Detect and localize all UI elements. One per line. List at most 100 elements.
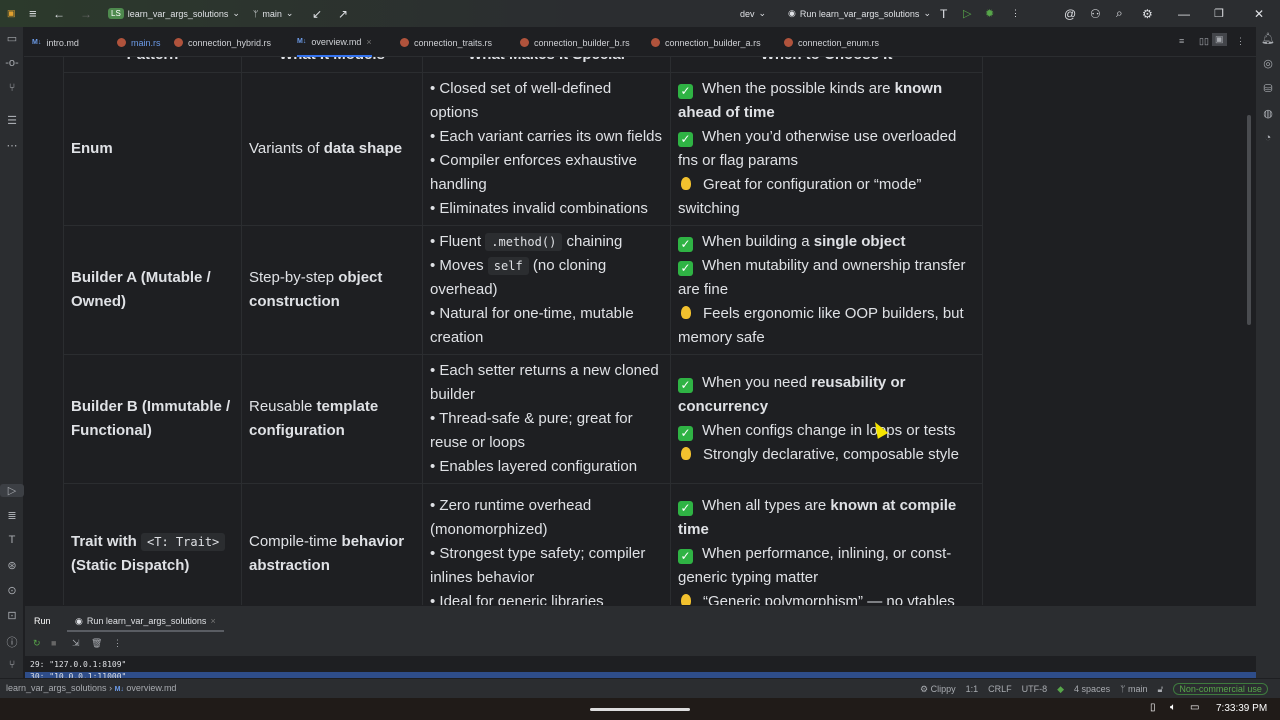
- editor-scrollbar[interactable]: [1247, 115, 1251, 325]
- status-branch[interactable]: ᛘ main: [1120, 684, 1147, 694]
- cell-pattern: Builder B (Immutable / Functional): [63, 354, 242, 484]
- ai-assistant-icon[interactable]: @: [1064, 7, 1076, 21]
- table-row: Enum Variants of data shape • Closed set o…: [63, 72, 983, 226]
- taskbar: ▯ 🔈︎ ▭ 7:33:39 PM: [0, 698, 1280, 720]
- config-selector[interactable]: dev ⌄: [740, 8, 766, 19]
- build-icon[interactable]: T: [940, 7, 947, 21]
- structure-icon[interactable]: ☰: [0, 114, 24, 127]
- tab-connection_hybrid-rs[interactable]: connection_hybrid.rs: [174, 28, 271, 57]
- license-badge[interactable]: Non-commercial use: [1173, 683, 1268, 695]
- debug-icon[interactable]: ✹: [985, 7, 994, 20]
- scroll-to-end-icon[interactable]: ⇲: [72, 638, 80, 649]
- copilot-icon[interactable]: ◔: [1256, 132, 1280, 144]
- lock-icon[interactable]: 🔓︎: [1158, 684, 1164, 695]
- check-icon: ✓: [678, 261, 693, 276]
- bullet-item: • Zero runtime overhead (monomorphized): [430, 494, 663, 542]
- search-icon[interactable]: ⌕: [1116, 6, 1123, 21]
- plugins-icon[interactable]: ⊛: [0, 559, 24, 572]
- breadcrumb-file[interactable]: overview.md: [126, 683, 176, 693]
- inline-code: <T: Trait>: [141, 532, 226, 551]
- file-encoding[interactable]: UTF-8: [1022, 684, 1048, 694]
- status-bar: learn_var_args_solutions › M↓ overview.m…: [0, 678, 1280, 698]
- main-menu-icon[interactable]: ≡: [29, 6, 37, 21]
- split-view-icon[interactable]: ▯▯: [1199, 36, 1209, 47]
- back-icon[interactable]: ←: [53, 7, 65, 21]
- tab-label: connection_enum.rs: [798, 37, 880, 48]
- more-tools-icon[interactable]: ⋯: [0, 139, 24, 152]
- choose-item: ✓ When performance, inlining, or const-ge…: [678, 542, 975, 590]
- cell-text: (Static Dispatch): [71, 556, 190, 574]
- rust-file-icon: [117, 38, 126, 47]
- tab-connection_builder_a-rs[interactable]: connection_builder_a.rs: [651, 28, 761, 57]
- pull-requests-icon[interactable]: ⑂: [0, 82, 24, 94]
- choose-item: Great for configuration or “mode” switch…: [678, 173, 975, 221]
- run-config-selector[interactable]: ◉ Run learn_var_args_solutions ⌄: [788, 8, 931, 19]
- add-user-icon[interactable]: ⚇: [1090, 7, 1101, 21]
- ai-icon[interactable]: ◍: [1256, 107, 1280, 120]
- inspection-icon[interactable]: ◆: [1057, 684, 1064, 695]
- line-separator[interactable]: CRLF: [988, 684, 1012, 694]
- run-icon[interactable]: ▷: [963, 7, 971, 20]
- settings-icon[interactable]: ⚙: [1142, 7, 1153, 21]
- cell-pattern: Builder A (Mutable / Owned): [63, 225, 242, 355]
- tab-connection_builder_b-rs[interactable]: connection_builder_b.rs: [520, 28, 630, 57]
- rust-icon: ◉: [788, 8, 796, 18]
- minimize-icon[interactable]: —: [1178, 7, 1190, 21]
- project-selector[interactable]: LS learn_var_args_solutions ⌄: [108, 8, 240, 19]
- editor-only-icon[interactable]: ≡: [1179, 36, 1184, 46]
- preview-only-icon[interactable]: ▣: [1212, 33, 1227, 46]
- rerun-icon[interactable]: ↻: [33, 638, 41, 649]
- build-tool-icon[interactable]: T: [0, 534, 24, 546]
- close-icon[interactable]: ✕: [1254, 7, 1264, 21]
- cell-text: When the possible kinds are: [702, 80, 895, 97]
- cell-models: Reusable template configuration: [241, 354, 423, 484]
- lightbulb-icon: [681, 306, 691, 319]
- clear-icon[interactable]: 🗑︎: [91, 638, 102, 649]
- services-icon[interactable]: ⊙: [0, 584, 24, 597]
- cell-text: When all types are: [702, 496, 831, 514]
- tab-connection_traits-rs[interactable]: connection_traits.rs: [400, 28, 492, 57]
- breadcrumb-project[interactable]: learn_var_args_solutions: [6, 683, 107, 693]
- forward-icon[interactable]: →: [80, 7, 92, 21]
- stop-icon[interactable]: ■: [51, 638, 56, 648]
- tab-main-rs[interactable]: main.rs: [117, 28, 161, 57]
- commit-icon[interactable]: -o-: [0, 57, 24, 69]
- choose-item: ✓ When the possible kinds are known ahead…: [678, 77, 975, 125]
- cell-choose: ✓ When building a single object ✓ When muta…: [670, 225, 983, 355]
- bullet-item: • Natural for one-time, mutable creation: [430, 302, 663, 350]
- close-tab-icon[interactable]: ×: [366, 37, 371, 47]
- volume-icon[interactable]: 🔈︎: [1170, 702, 1176, 713]
- clock[interactable]: 7:33:39 PM: [1216, 703, 1267, 714]
- database-icon[interactable]: ⛁: [1256, 82, 1280, 95]
- notifications-icon[interactable]: 🔔︎: [1256, 32, 1280, 45]
- push-icon[interactable]: ↗: [338, 7, 348, 21]
- run-tool-icon[interactable]: ▷: [0, 484, 24, 497]
- check-icon: ✓: [678, 548, 693, 564]
- more-icon[interactable]: ⋮: [1011, 8, 1020, 19]
- clippy-widget[interactable]: ⚙ Clippy: [920, 684, 956, 695]
- git-icon[interactable]: ⑂: [0, 659, 24, 671]
- caret-position[interactable]: 1:1: [966, 684, 979, 694]
- close-tab-icon[interactable]: ×: [210, 616, 215, 630]
- bullet-item: • Eliminates invalid combinations: [430, 197, 663, 221]
- terminal-icon[interactable]: ⊡: [0, 609, 24, 622]
- tab-intro-md[interactable]: M↓ intro.md: [32, 28, 79, 57]
- cell-choose: ✓ When you need reusability or concurrenc…: [670, 354, 983, 484]
- run-more-icon[interactable]: ⋮: [113, 638, 122, 649]
- tab-connection_enum-rs[interactable]: connection_enum.rs: [784, 28, 879, 57]
- inspect-icon[interactable]: ◎: [1256, 57, 1280, 70]
- tab-overview-md[interactable]: M↓ overview.md ×: [297, 28, 372, 57]
- update-icon[interactable]: ↙: [312, 7, 322, 21]
- bullet-item: • Each setter returns a new cloned build…: [430, 359, 663, 407]
- branch-selector[interactable]: ᛘ main ⌄: [253, 8, 293, 19]
- tabs-more-icon[interactable]: ⋮: [1236, 36, 1245, 47]
- restore-icon[interactable]: ❐: [1214, 7, 1224, 20]
- battery-icon[interactable]: ▭: [1190, 702, 1199, 713]
- project-folder-icon[interactable]: ▭: [0, 32, 24, 45]
- todo-icon[interactable]: ≣: [0, 509, 24, 522]
- indent-setting[interactable]: 4 spaces: [1074, 684, 1110, 694]
- network-icon[interactable]: ▯: [1150, 702, 1156, 713]
- problems-icon[interactable]: ⓘ: [0, 634, 24, 650]
- run-output[interactable]: 29: "127.0.0.1:8109" 30: "10.0.0.1:11000…: [25, 656, 1256, 679]
- run-config-tab[interactable]: ◉ Run learn_var_args_solutions ×: [67, 610, 224, 632]
